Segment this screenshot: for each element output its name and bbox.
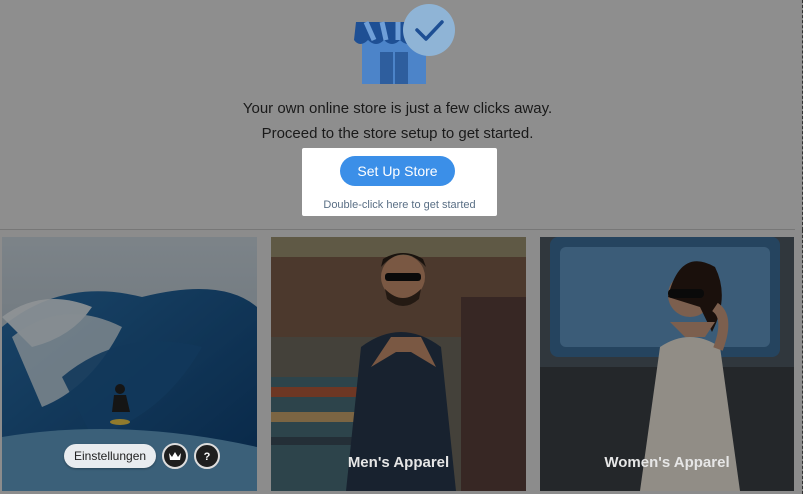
category-card-womens-apparel[interactable]: Women's Apparel [540, 237, 794, 491]
svg-text:?: ? [204, 451, 211, 463]
category-card-mens-apparel[interactable]: Men's Apparel [271, 237, 526, 491]
card-overlay [271, 237, 526, 491]
settings-button[interactable]: Einstellungen [64, 444, 157, 468]
crown-icon[interactable] [162, 443, 189, 469]
store-icon [354, 4, 455, 84]
element-toolbar: Einstellungen ? [64, 443, 221, 469]
store-setup-section: Your own online store is just a few clic… [0, 0, 803, 230]
store-message-line-1: Your own online store is just a few clic… [242, 100, 553, 117]
card-label-mens-apparel: Men's Apparel [347, 454, 450, 471]
setup-hint-text: Double-click here to get started [323, 199, 476, 211]
card-overlay [540, 237, 794, 491]
set-up-store-button[interactable]: Set Up Store [340, 156, 455, 186]
card-label-womens-apparel: Women's Apparel [604, 454, 730, 471]
help-icon[interactable]: ? [194, 443, 221, 469]
store-message-line-2: Proceed to the store setup to get starte… [261, 125, 534, 142]
setup-store-panel[interactable]: Set Up Store Double-click here to get st… [302, 148, 497, 216]
